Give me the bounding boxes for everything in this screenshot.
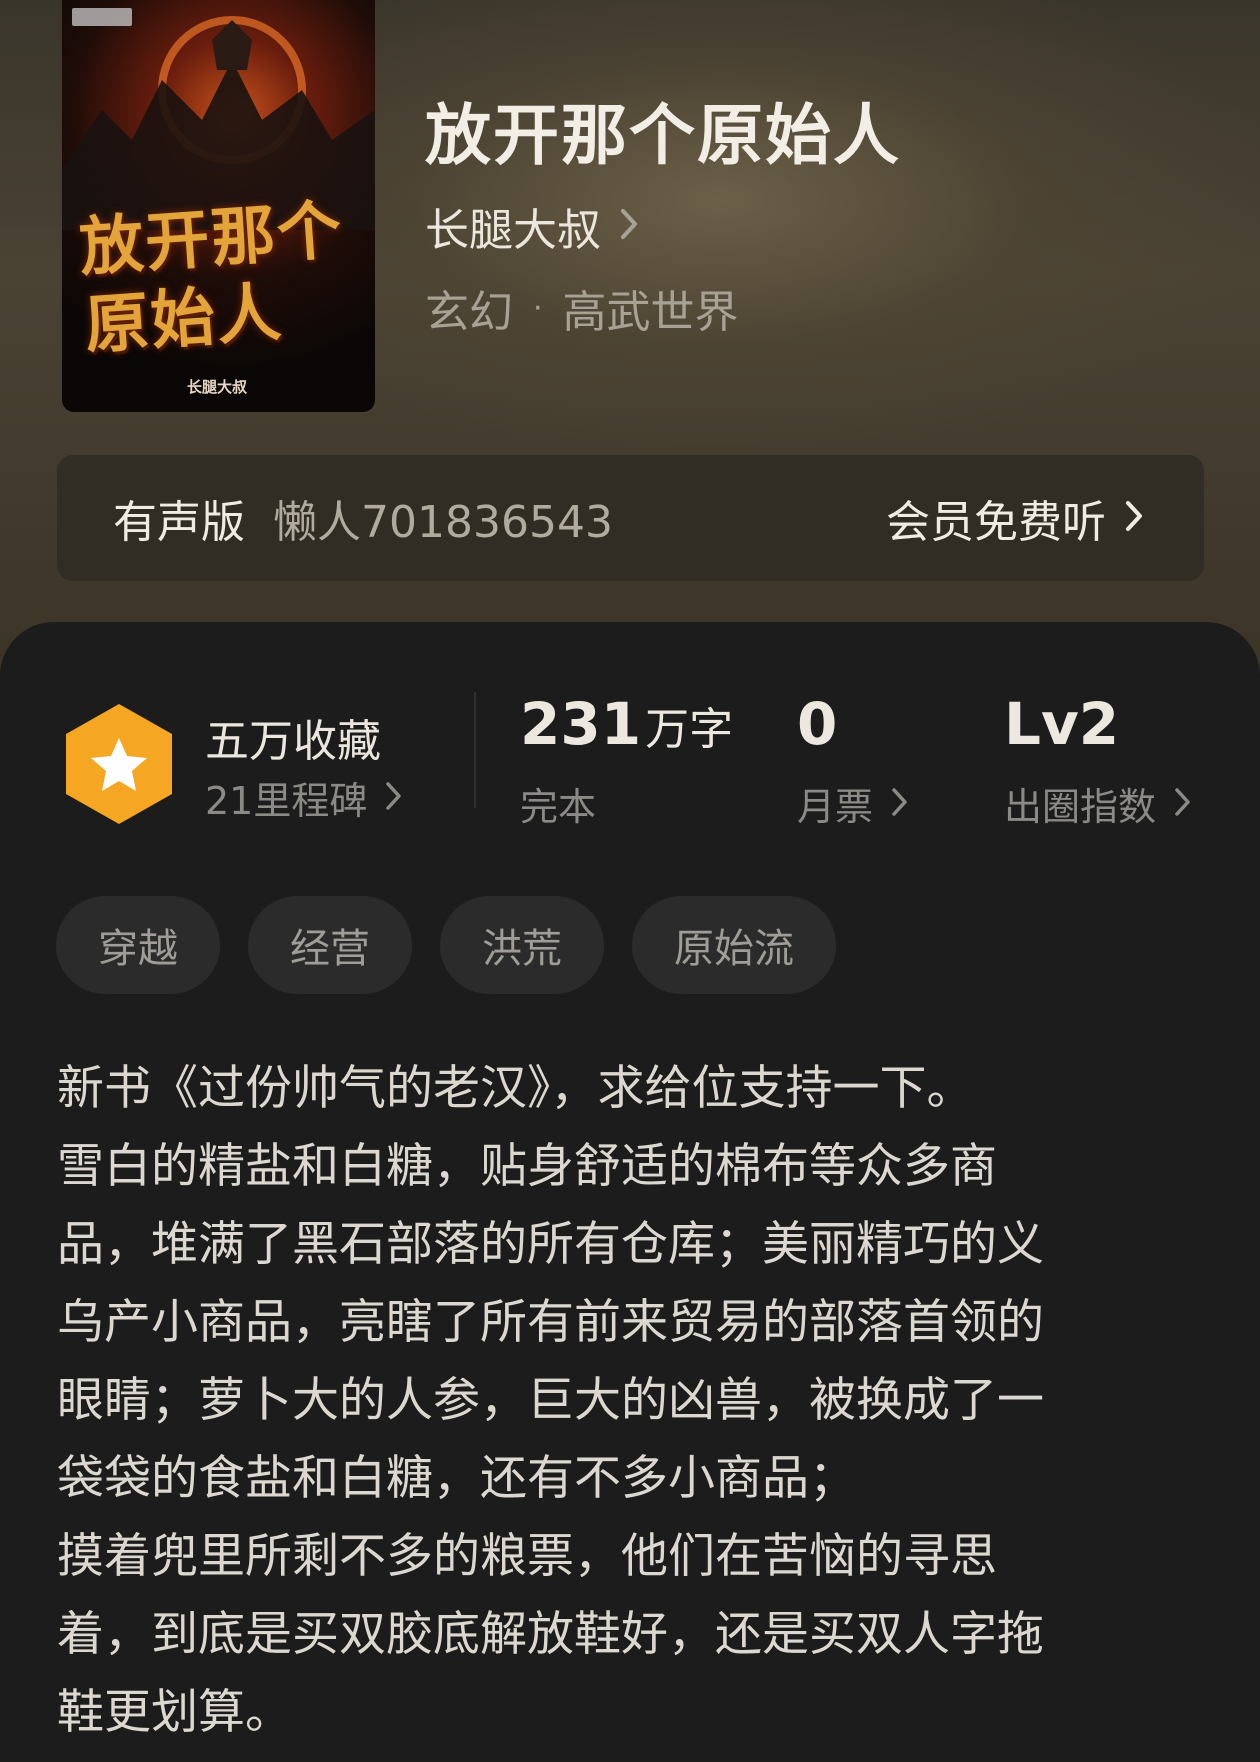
genre-primary: 玄幻 <box>425 287 513 338</box>
chevron-right-icon <box>619 207 639 245</box>
genre-line: 玄幻 · 高武世界 <box>425 276 739 340</box>
milestone-label: 21里程碑 <box>205 779 368 823</box>
word-count: 231 万字 <box>520 690 733 758</box>
author-link[interactable]: 长腿大叔 <box>425 194 639 258</box>
audio-narrator: 懒人701836543 <box>273 497 613 548</box>
cover-author-mark: 长腿大叔 <box>187 378 248 396</box>
book-title: 放开那个原始人 <box>425 96 901 174</box>
tag-chip[interactable]: 穿越 <box>56 896 220 994</box>
tag-chip[interactable]: 洪荒 <box>440 896 604 994</box>
chevron-right-icon <box>891 782 909 826</box>
member-free-listen-label: 会员免费听 <box>886 497 1106 548</box>
favorites-title: 五万收藏 <box>205 716 381 767</box>
chevron-right-icon <box>1174 782 1192 826</box>
stats-divider <box>474 692 476 808</box>
audio-label: 有声版 <box>113 497 245 548</box>
cover-title-art: 放开那个 原始人 <box>76 192 346 364</box>
chevron-right-icon <box>1124 493 1144 544</box>
monthly-ticket-value: 0 <box>797 690 838 758</box>
genre-secondary: 高武世界 <box>562 287 739 338</box>
genre-separator: · <box>533 290 543 326</box>
milestone-link[interactable]: 21里程碑 <box>205 770 403 825</box>
member-free-listen-button[interactable]: 会员免费听 <box>886 455 1144 581</box>
favorites-badge-icon <box>62 700 176 832</box>
chevron-right-icon <box>385 776 403 820</box>
book-cover[interactable]: 放开那个 原始人 长腿大叔 <box>62 0 375 412</box>
author-name: 长腿大叔 <box>425 205 601 256</box>
audio-edition-bar[interactable]: 有声版 懒人701836543 会员免费听 <box>57 455 1204 581</box>
monthly-ticket-label: 月票 <box>797 785 874 829</box>
publisher-logo <box>72 8 132 26</box>
completion-status: 完本 <box>520 785 597 829</box>
popularity-index-link[interactable]: 出圈指数 <box>1004 776 1192 831</box>
word-count-number: 231 <box>520 690 642 758</box>
book-synopsis[interactable]: 新书《过份帅气的老汉》，求给位支持一下。 雪白的精盐和白糖，贴身舒适的棉布等众多… <box>57 1050 1207 1752</box>
popularity-index-label: 出圈指数 <box>1004 785 1157 829</box>
monthly-ticket-link[interactable]: 月票 <box>797 776 909 831</box>
tag-chip[interactable]: 经营 <box>248 896 412 994</box>
tag-chip[interactable]: 原始流 <box>632 896 836 994</box>
word-count-unit: 万字 <box>645 704 734 755</box>
popularity-level-value: Lv2 <box>1004 690 1120 758</box>
tag-list: 穿越 经营 洪荒 原始流 <box>56 896 836 994</box>
